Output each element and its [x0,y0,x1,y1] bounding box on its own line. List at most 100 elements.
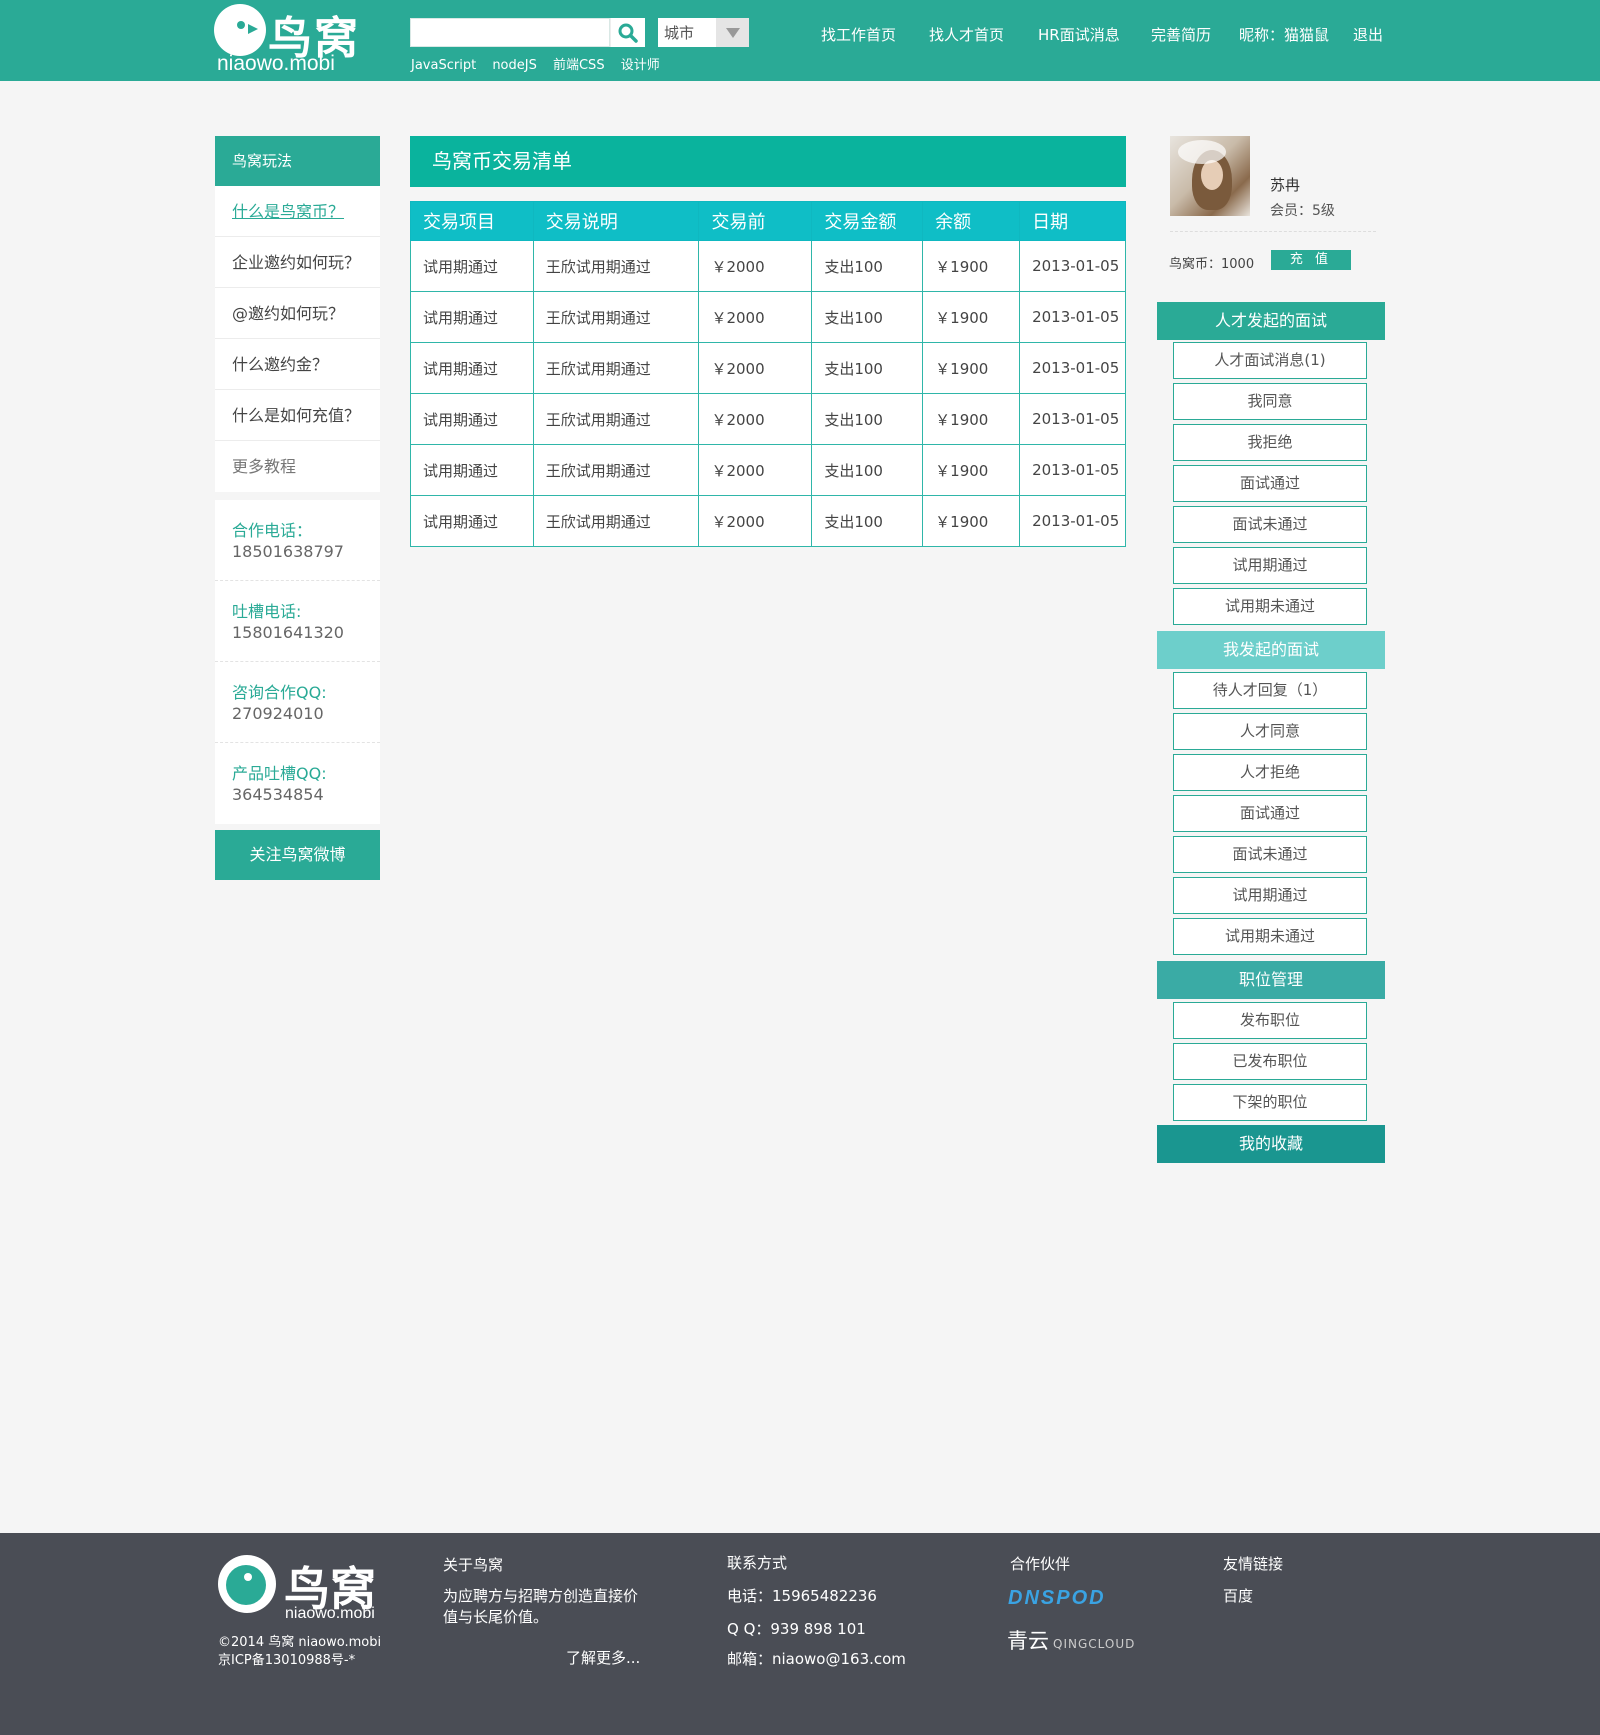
footer-about-text: 为应聘方与招聘方创造直接价值与长尾价值。 [443,1587,639,1626]
column-header: 交易金额 [811,201,924,241]
partner-qingcloud-logo[interactable]: 青云 QINGCLOUD [1007,1625,1135,1655]
footer-link-baidu[interactable]: 百度 [1223,1586,1253,1607]
table-cell: 王欣试用期通过 [532,495,700,547]
nav-find-job[interactable]: 找工作首页 [821,24,896,45]
nav-resume[interactable]: 完善简历 [1151,24,1211,45]
nav-nickname[interactable]: 昵称：猫猫鼠 [1239,24,1329,45]
sidebar-item-enterprise-invite[interactable]: 企业邀约如何玩？ [215,237,380,288]
nav-find-talent[interactable]: 找人才首页 [929,24,1004,45]
section-job-management[interactable]: 职位管理 [1157,961,1385,999]
sidebar-item-at-invite[interactable]: @邀约如何玩？ [215,288,380,339]
search-input[interactable] [410,18,610,47]
sidebar-item-what-is-coin[interactable]: 什么是鸟窝币？ [215,186,380,237]
menu-item[interactable]: 我拒绝 [1173,424,1367,461]
contact-label: 吐槽电话: [232,602,302,621]
table-cell: 支出100 [811,444,924,496]
table-cell: ￥2000 [698,291,813,343]
section-my-interviews[interactable]: 我发起的面试 [1157,631,1385,669]
contact-label: 产品吐槽QQ: [232,764,327,783]
sidebar-item-invite-money[interactable]: 什么邀约金？ [215,339,380,390]
footer-about-title: 关于鸟窝 [443,1556,504,1574]
table-cell: ￥1900 [922,342,1021,394]
menu-item[interactable]: 面试未通过 [1173,836,1367,873]
table-cell: 王欣试用期通过 [532,444,700,496]
copyright-text: ©2014 鸟窝 niaowo.mobi [218,1635,382,1650]
table-cell: ￥2000 [698,393,813,445]
transaction-table: 交易项目 交易说明 交易前 交易金额 余额 日期 试用期通过 王欣试用期通过 ￥… [410,201,1126,547]
footer: 鸟窝 niaowo.mobi ©2014 鸟窝 niaowo.mobi 京ICP… [0,1533,1600,1735]
nav-hr-messages[interactable]: HR面试消息 [1038,24,1120,45]
table-cell: ￥1900 [922,291,1021,343]
hot-tag[interactable]: 前端CSS [553,58,605,73]
avatar[interactable] [1170,136,1250,216]
city-select[interactable]: 城市 [658,18,749,47]
site-logo[interactable]: 鸟窝 niaowo.mobi [214,2,374,76]
menu-item[interactable]: 试用期通过 [1173,547,1367,584]
menu-item[interactable]: 面试通过 [1173,795,1367,832]
menu-item[interactable]: 面试未通过 [1173,506,1367,543]
footer-contact-title: 联系方式 [727,1554,788,1572]
footer-links-title: 友情链接 [1223,1555,1284,1573]
table-cell: ￥1900 [922,495,1021,547]
menu-item[interactable]: 发布职位 [1173,1002,1367,1039]
menu-item[interactable]: 面试通过 [1173,465,1367,502]
partner-dnspod-logo[interactable]: DNSPOD [1008,1587,1106,1610]
user-level: 会员：5级 [1270,203,1335,219]
table-cell: 王欣试用期通过 [532,291,700,343]
menu-item[interactable]: 已发布职位 [1173,1043,1367,1080]
table-cell: ￥2000 [698,495,813,547]
table-cell: 试用期通过 [410,444,534,496]
column-header: 日期 [1019,201,1126,241]
table-cell: 2013-01-05 [1019,444,1126,496]
table-row: 试用期通过 王欣试用期通过 ￥2000 支出100 ￥1900 2013-01-… [410,444,1126,496]
table-cell: 支出100 [811,393,924,445]
table-cell: ￥1900 [922,444,1021,496]
hot-tag[interactable]: nodeJS [492,58,537,73]
table-cell: 王欣试用期通过 [532,342,700,394]
footer-logo[interactable]: 鸟窝 niaowo.mobi [218,1555,388,1625]
sidebar-item-more[interactable]: 更多教程 [215,441,380,492]
footer-learn-more-link[interactable]: 了解更多... [566,1648,640,1669]
logo-text-en: niaowo.mobi [217,52,335,75]
sidebar-title: 鸟窝玩法 [215,136,380,186]
menu-item[interactable]: 待人才回复（1） [1173,672,1367,709]
chevron-down-icon [716,18,749,47]
contact-item: 产品吐槽QQ: 364534854 [215,743,380,824]
menu-item[interactable]: 试用期未通过 [1173,918,1367,955]
table-cell: 试用期通过 [410,240,534,292]
table-cell: ￥1900 [922,240,1021,292]
menu-item[interactable]: 下架的职位 [1173,1084,1367,1121]
menu-item[interactable]: 试用期通过 [1173,877,1367,914]
icp-text: 京ICP备13010988号-* [218,1653,356,1668]
table-cell: 2013-01-05 [1019,342,1126,394]
hot-tags: JavaScript nodeJS 前端CSS 设计师 [411,54,672,73]
table-cell: 试用期通过 [410,393,534,445]
table-cell: ￥1900 [922,393,1021,445]
menu-item[interactable]: 人才拒绝 [1173,754,1367,791]
contact-value: 270924010 [232,704,324,723]
table-cell: 王欣试用期通过 [532,393,700,445]
table-cell: 支出100 [811,342,924,394]
sidebar-item-recharge[interactable]: 什么是如何充值？ [215,390,380,441]
search-button[interactable] [610,18,645,47]
contact-item: 咨询合作QQ: 270924010 [215,662,380,743]
hot-tag[interactable]: 设计师 [621,58,660,73]
section-favorites[interactable]: 我的收藏 [1157,1125,1385,1163]
menu-item[interactable]: 试用期未通过 [1173,588,1367,625]
footer-phone: 电话：15965482236 [727,1587,877,1605]
nav-logout[interactable]: 退出 [1353,24,1383,45]
menu-item[interactable]: 人才面试消息(1) [1173,342,1367,379]
hot-tag[interactable]: JavaScript [411,58,476,73]
top-header: 鸟窝 niaowo.mobi 城市 JavaScript nodeJS 前端CS… [0,0,1600,81]
table-cell: 支出100 [811,291,924,343]
user-name: 苏冉 [1270,176,1301,194]
bird-logo-icon [214,4,266,56]
search-icon [618,23,638,43]
table-cell: 试用期通过 [410,495,534,547]
follow-weibo-button[interactable]: 关注鸟窝微博 [215,830,380,880]
recharge-button[interactable]: 充 值 [1271,250,1351,270]
section-talent-interviews[interactable]: 人才发起的面试 [1157,302,1385,340]
menu-item[interactable]: 人才同意 [1173,713,1367,750]
menu-item[interactable]: 我同意 [1173,383,1367,420]
divider [1170,231,1376,232]
